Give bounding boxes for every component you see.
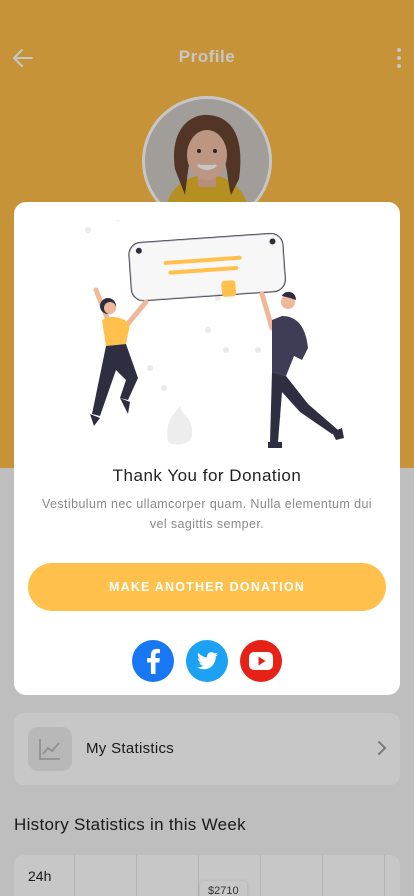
youtube-button[interactable] <box>240 640 282 682</box>
celebration-illustration <box>85 220 344 448</box>
youtube-icon <box>249 652 273 670</box>
facebook-button[interactable] <box>132 640 174 682</box>
twitter-icon <box>197 652 218 670</box>
modal-title: Thank You for Donation <box>112 466 302 485</box>
twitter-button[interactable] <box>186 640 228 682</box>
facebook-icon <box>147 648 160 674</box>
social-share-row <box>14 640 400 682</box>
donation-thanks-modal: Thank You for Donation Vestibulum nec ul… <box>14 202 400 695</box>
make-another-donation-button[interactable]: MAKE ANOTHER DONATION <box>28 563 386 611</box>
modal-message: Vestibulum nec ullamcorper quam. Nulla e… <box>42 497 372 531</box>
